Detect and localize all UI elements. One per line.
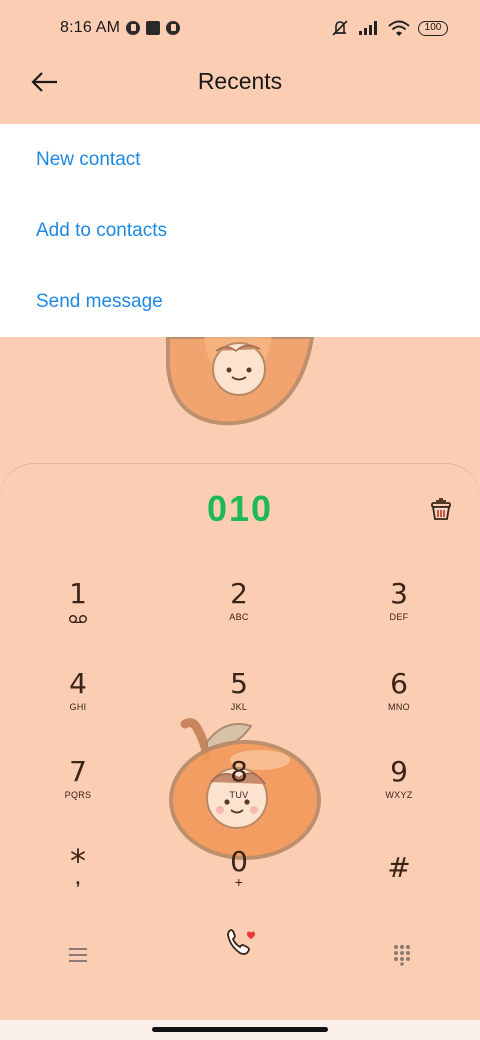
stop-icon [146, 21, 161, 35]
key-letters: PQRS [64, 790, 92, 800]
key-letters: + [234, 874, 244, 890]
wifi-icon [388, 20, 410, 36]
key-5[interactable]: 5 JKL [184, 668, 294, 738]
page-title: Recents [197, 68, 283, 94]
key-digit: # [387, 851, 411, 884]
key-letters: DEF [389, 612, 409, 622]
key-0[interactable]: 0 + [184, 846, 294, 916]
notification-icons [126, 21, 181, 35]
battery-icon: 100 [418, 20, 448, 36]
key-hash[interactable]: # [344, 852, 454, 922]
app-header: Recents [0, 56, 480, 124]
key-letters: JKL [230, 702, 248, 712]
key-digit: 4 [69, 667, 87, 700]
new-contact-option[interactable]: New contact [0, 124, 480, 195]
key-digit: 3 [390, 577, 408, 610]
status-time: 8:16 AM [60, 19, 121, 36]
peach-mascot-illustration [166, 337, 315, 426]
key-letters: MNO [388, 702, 410, 712]
key-4[interactable]: 4 GHI [23, 668, 133, 738]
key-letters: TUV [229, 790, 249, 800]
key-star[interactable]: * , [23, 845, 133, 916]
delete-icon[interactable] [428, 496, 454, 522]
app-notification-icon [166, 21, 181, 35]
key-digit: 2 [230, 577, 248, 610]
mute-icon [332, 20, 348, 36]
key-6[interactable]: 6 MNO [344, 668, 454, 738]
key-digit: 8 [230, 755, 248, 788]
key-1[interactable]: 1 [23, 578, 133, 648]
key-digit: 7 [69, 755, 87, 788]
key-digit: 9 [390, 755, 408, 788]
signal-icon [359, 21, 377, 35]
key-digit: 1 [69, 577, 87, 610]
system-icons: 100 [330, 19, 448, 37]
context-menu: New contact Add to contacts Send message [0, 124, 480, 337]
dialed-number: 010 [206, 488, 274, 529]
app-notification-icon [126, 21, 141, 35]
voicemail-icon [69, 615, 87, 624]
home-indicator[interactable] [152, 1027, 328, 1032]
key-letters: WXYZ [385, 790, 413, 800]
key-9[interactable]: 9 WXYZ [344, 756, 454, 826]
dialpad-toggle-button[interactable] [382, 935, 422, 975]
key-7[interactable]: 7 PQRS [23, 756, 133, 826]
send-message-option[interactable]: Send message [0, 266, 480, 337]
key-letters: ABC [229, 612, 249, 622]
key-digit: 5 [230, 667, 248, 700]
key-letters: , [75, 868, 81, 888]
status-bar: 8:16 AM 100 [0, 0, 480, 56]
call-icon [227, 929, 255, 955]
key-3[interactable]: 3 DEF [344, 578, 454, 648]
key-8[interactable]: 8 TUV [184, 756, 294, 826]
key-digit: 6 [390, 667, 408, 700]
add-to-contacts-option[interactable]: Add to contacts [0, 195, 480, 266]
menu-icon [69, 948, 87, 962]
key-letters: GHI [69, 702, 87, 712]
menu-button[interactable] [58, 935, 98, 975]
dialpad-icon [394, 945, 410, 966]
key-2[interactable]: 2 ABC [184, 578, 294, 648]
call-button[interactable] [220, 922, 260, 962]
